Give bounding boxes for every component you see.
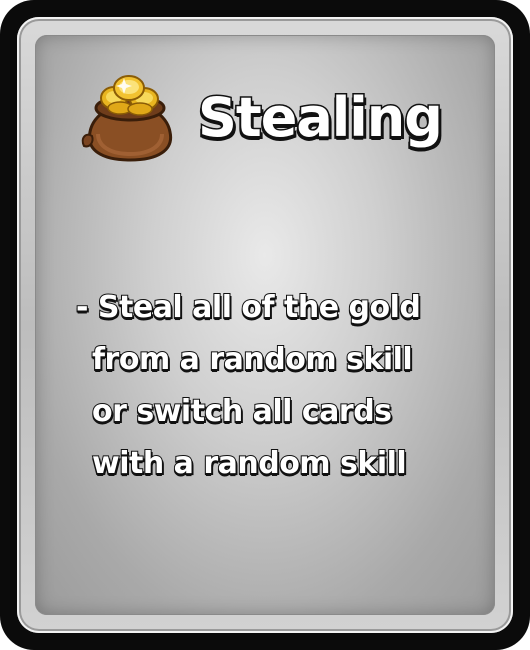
card-description: - Steal all of the gold from a random sk…	[62, 282, 472, 490]
description-line: or switch all cards	[91, 393, 393, 430]
gold-coin-bag-icon	[81, 75, 173, 162]
card-header: Stealing	[80, 68, 460, 168]
skill-card: Stealing - Steal all of the gold from a …	[0, 0, 530, 650]
description-line: from a random skill	[91, 341, 414, 378]
description-line: - Steal all of the gold	[75, 289, 422, 326]
card-title: Stealing	[197, 86, 445, 149]
description-line: with a random skill	[91, 445, 408, 482]
